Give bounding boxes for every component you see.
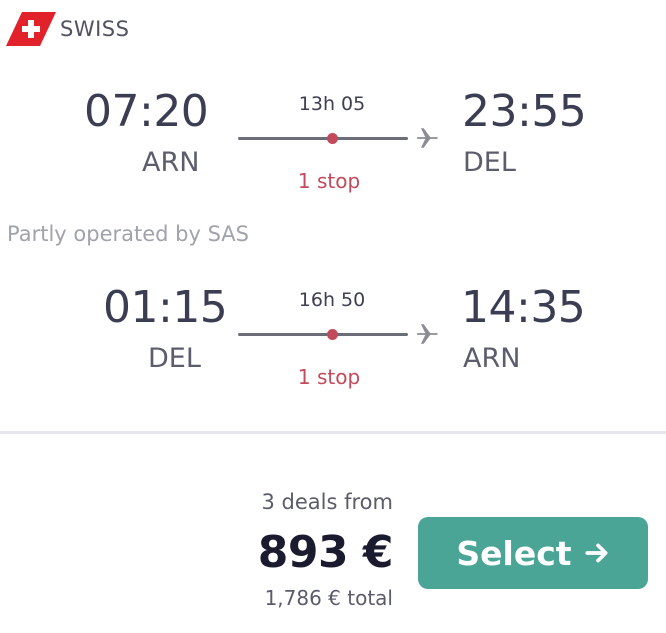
inbound-depart-time: 01:15 bbox=[103, 282, 228, 333]
outbound-route-line bbox=[238, 137, 408, 140]
outbound-depart-code: ARN bbox=[142, 147, 200, 178]
inbound-arrive-code: ARN bbox=[463, 343, 521, 374]
inbound-depart-code: DEL bbox=[148, 343, 201, 374]
inbound-route-line bbox=[238, 333, 408, 336]
swiss-logo-icon bbox=[6, 12, 56, 46]
outbound-depart-time: 07:20 bbox=[84, 86, 209, 137]
outbound-stops: 1 stop bbox=[297, 169, 361, 193]
price: 893 € bbox=[257, 527, 394, 578]
outbound-stop-dot bbox=[327, 133, 338, 144]
inbound-arrive-time: 14:35 bbox=[461, 282, 586, 333]
outbound-duration: 13h 05 bbox=[298, 93, 366, 115]
inbound-stops: 1 stop bbox=[297, 365, 361, 389]
inbound-plane-icon bbox=[417, 324, 439, 344]
section-divider bbox=[0, 431, 666, 434]
outbound-arrive-code: DEL bbox=[463, 147, 516, 178]
select-button-label: Select bbox=[456, 533, 572, 573]
arrow-right-icon bbox=[585, 543, 608, 563]
outbound-arrive-time: 23:55 bbox=[462, 86, 587, 137]
select-button[interactable]: Select bbox=[418, 517, 648, 589]
outbound-plane-icon bbox=[417, 128, 439, 148]
price-total: 1,786 € total bbox=[264, 586, 393, 610]
airline-name: SWISS bbox=[60, 17, 130, 41]
inbound-duration: 16h 50 bbox=[298, 289, 366, 311]
deals-count: 3 deals from bbox=[261, 490, 393, 514]
operated-by-note: Partly operated by SAS bbox=[7, 222, 250, 246]
inbound-stop-dot bbox=[327, 329, 338, 340]
